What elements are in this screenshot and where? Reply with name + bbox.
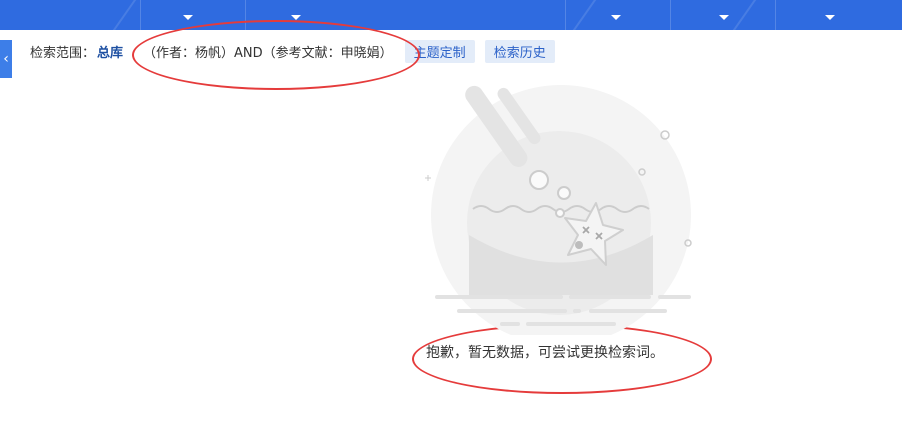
decorative-stripe: [102, 0, 140, 30]
empty-state-message: 抱歉，暂无数据，可尝试更换检索词。: [426, 345, 664, 361]
sparkle: [425, 175, 431, 181]
back-button[interactable]: ‹: [0, 40, 12, 78]
scope-label: 检索范围：: [30, 45, 96, 61]
chevron-down-icon[interactable]: [611, 15, 621, 20]
chevron-left-icon: ‹: [3, 51, 9, 67]
annotation-ellipse: [132, 20, 420, 90]
chevron-down-icon[interactable]: [183, 15, 193, 20]
nav-item[interactable]: [775, 0, 902, 30]
search-history-button[interactable]: 检索历史: [484, 39, 555, 63]
starfish-spot: [575, 241, 583, 249]
chevron-down-icon[interactable]: [719, 15, 729, 20]
bubble: [529, 170, 549, 190]
top-navigation-bar: [0, 0, 902, 30]
bubble: [555, 208, 565, 218]
bubble: [557, 186, 571, 200]
scope-value[interactable]: 总库: [97, 42, 123, 61]
empty-state-illustration: [425, 85, 692, 335]
chevron-down-icon[interactable]: [825, 15, 835, 20]
